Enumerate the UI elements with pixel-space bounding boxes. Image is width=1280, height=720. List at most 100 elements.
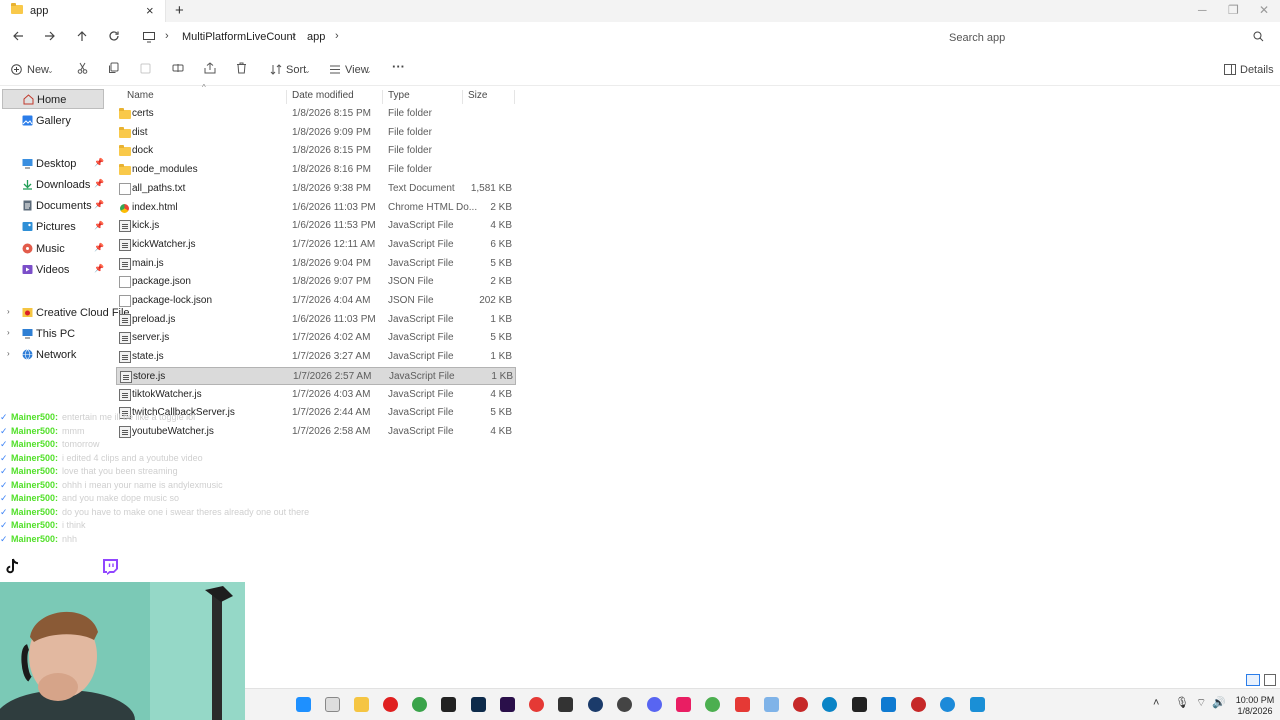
- sidebar-item-music[interactable]: Music 📌: [0, 239, 108, 259]
- up-button[interactable]: [74, 30, 90, 46]
- column-header-size[interactable]: Size: [468, 90, 487, 101]
- sidebar-item-downloads[interactable]: Downloads 📌: [0, 175, 108, 195]
- file-row[interactable]: server.js 1/7/2026 4:02 AM JavaScript File…: [116, 329, 516, 347]
- paste-button[interactable]: [140, 62, 151, 78]
- maximize-button[interactable]: ❐: [1228, 3, 1239, 17]
- sidebar-item-documents[interactable]: Documents 📌: [0, 196, 108, 216]
- view-button[interactable]: View ⌄: [329, 62, 375, 78]
- file-row[interactable]: certs 1/8/2026 8:15 PM File folder: [116, 105, 516, 123]
- new-tab-button[interactable]: +: [175, 2, 184, 19]
- media-player-icon[interactable]: [529, 697, 544, 712]
- file-row[interactable]: store.js 1/7/2026 2:57 AM JavaScript File 1…: [116, 366, 516, 385]
- file-row[interactable]: dist 1/8/2026 9:09 PM File folder: [116, 124, 516, 142]
- this-pc-icon: [22, 329, 33, 339]
- file-type: Text Document: [388, 182, 455, 194]
- wifi-icon[interactable]: ⌔: [1196, 696, 1206, 710]
- file-row[interactable]: index.html 1/6/2026 11:03 PM Chrome HTML D…: [116, 199, 516, 217]
- obs-icon[interactable]: [617, 697, 632, 712]
- share-button[interactable]: [204, 62, 216, 78]
- xbox-icon[interactable]: [412, 697, 427, 712]
- chevron-up-icon[interactable]: ˄: [1153, 697, 1159, 709]
- column-header-date[interactable]: Date modified: [292, 90, 354, 101]
- tab-app[interactable]: app ×: [0, 0, 166, 22]
- column-divider[interactable]: [514, 90, 515, 104]
- sort-button[interactable]: Sort ⌄: [270, 62, 314, 78]
- platform-badge-icon: ✓: [0, 506, 8, 517]
- column-divider[interactable]: [286, 90, 287, 104]
- file-row[interactable]: node_modules 1/8/2026 8:16 PM File folder: [116, 161, 516, 179]
- file-row[interactable]: preload.js 1/6/2026 11:03 PM JavaScript Fi…: [116, 311, 516, 329]
- sidebar-item-desktop[interactable]: Desktop 📌: [0, 154, 108, 174]
- file-size: 5 KB: [490, 332, 512, 344]
- breadcrumb-item[interactable]: MultiPlatformLiveCount: [182, 31, 296, 43]
- opera-icon[interactable]: [383, 697, 398, 712]
- app-red-icon[interactable]: [793, 697, 808, 712]
- premiere-icon[interactable]: [500, 697, 515, 712]
- steam-icon[interactable]: [588, 697, 603, 712]
- close-window-button[interactable]: ✕: [1259, 3, 1269, 17]
- close-tab-button[interactable]: ×: [146, 3, 154, 18]
- column-header-name[interactable]: Name: [127, 90, 154, 101]
- sidebar-item-gallery[interactable]: Gallery: [0, 111, 108, 131]
- column-divider[interactable]: [462, 90, 463, 104]
- file-row[interactable]: package-lock.json 1/7/2026 4:04 AM JSON Fi…: [116, 292, 516, 310]
- file-row[interactable]: all_paths.txt 1/8/2026 9:38 PM Text Docume…: [116, 180, 516, 198]
- breadcrumb-item[interactable]: app: [307, 31, 325, 43]
- clock-time[interactable]: 10:00 PM: [1234, 695, 1276, 705]
- recorder-icon[interactable]: [911, 697, 926, 712]
- file-row[interactable]: kickWatcher.js 1/7/2026 12:11 AM JavaScrip…: [116, 236, 516, 254]
- sidebar-item-videos[interactable]: Videos 📌: [0, 260, 108, 280]
- notepad-icon[interactable]: [970, 697, 985, 712]
- epic-games-icon[interactable]: [558, 697, 573, 712]
- sticky-notes-icon[interactable]: [852, 697, 867, 712]
- file-row[interactable]: package.json 1/8/2026 9:07 PM JSON File 2 K…: [116, 273, 516, 291]
- capcut-icon[interactable]: [441, 697, 456, 712]
- delete-button[interactable]: [236, 62, 247, 78]
- minimize-button[interactable]: ─: [1198, 3, 1207, 17]
- file-row[interactable]: kick.js 1/6/2026 11:53 PM JavaScript File 4…: [116, 217, 516, 235]
- chat-text: mmm: [62, 425, 85, 436]
- tiktok-app-icon[interactable]: [735, 697, 750, 712]
- mail-icon[interactable]: [881, 697, 896, 712]
- file-type: File folder: [388, 164, 432, 176]
- instagram-icon[interactable]: [676, 697, 691, 712]
- js-file-icon: [119, 388, 131, 401]
- file-size: 1 KB: [491, 370, 513, 382]
- refresh-button[interactable]: [106, 30, 122, 46]
- thumbnail-view-toggle[interactable]: [1264, 674, 1276, 686]
- photoshop-icon[interactable]: [471, 697, 486, 712]
- search-input[interactable]: Search app: [939, 26, 1272, 50]
- file-row[interactable]: main.js 1/8/2026 9:04 PM JavaScript File 5 …: [116, 255, 516, 273]
- file-explorer-icon[interactable]: [354, 697, 369, 712]
- edge-icon[interactable]: [822, 697, 837, 712]
- microphone-icon[interactable]: 🎙: [1175, 696, 1189, 709]
- rename-button[interactable]: [172, 62, 184, 78]
- sidebar-item-home[interactable]: Home: [2, 89, 104, 109]
- start-windows-icon[interactable]: [296, 697, 311, 712]
- app-task-view-icon[interactable]: [325, 697, 340, 712]
- column-divider[interactable]: [382, 90, 383, 104]
- breadcrumb[interactable]: › MultiPlatformLiveCount › app ›: [134, 26, 931, 50]
- column-header-type[interactable]: Type: [388, 90, 410, 101]
- sidebar-item-network[interactable]: › Network: [0, 345, 108, 365]
- edge-dev-icon[interactable]: [940, 697, 955, 712]
- more-options-button[interactable]: ···: [392, 59, 405, 75]
- cut-button[interactable]: [77, 62, 88, 78]
- chrome-icon[interactable]: [705, 697, 720, 712]
- sidebar-item-pictures[interactable]: Pictures 📌: [0, 217, 108, 237]
- sidebar-item-creative-cloud[interactable]: › Creative Cloud File: [0, 303, 130, 323]
- details-view-toggle[interactable]: [1246, 674, 1260, 686]
- details-button[interactable]: Details: [1224, 62, 1274, 78]
- sourcetree-icon[interactable]: [764, 697, 779, 712]
- forward-button[interactable]: [42, 30, 58, 46]
- copy-button[interactable]: [108, 62, 119, 78]
- clock-date[interactable]: 1/8/2026: [1234, 706, 1276, 716]
- back-button[interactable]: [10, 30, 26, 46]
- file-row[interactable]: state.js 1/7/2026 3:27 AM JavaScript File 1…: [116, 348, 516, 366]
- sidebar-item-this-pc[interactable]: › This PC: [0, 324, 108, 344]
- volume-icon[interactable]: 🔊: [1212, 696, 1226, 709]
- discord-icon[interactable]: [647, 697, 662, 712]
- file-row[interactable]: tiktokWatcher.js 1/7/2026 4:03 AM JavaScri…: [116, 386, 516, 404]
- file-row[interactable]: dock 1/8/2026 8:15 PM File folder: [116, 142, 516, 160]
- new-button[interactable]: New ⌄: [11, 62, 55, 78]
